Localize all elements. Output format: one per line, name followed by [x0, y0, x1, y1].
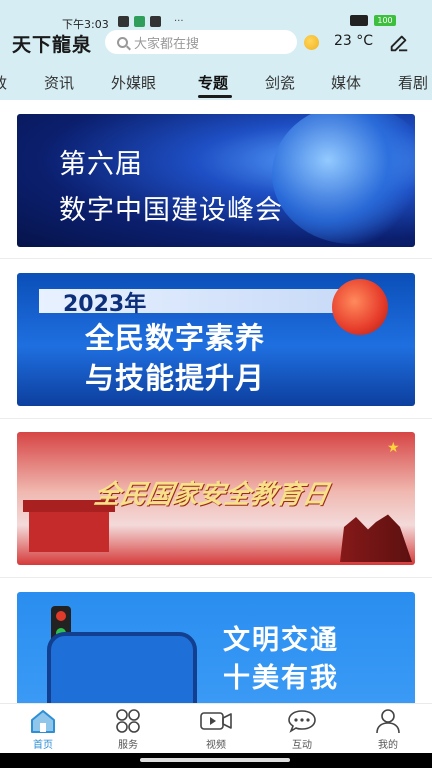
divider: [0, 418, 432, 419]
system-gesture-bar: [0, 753, 432, 768]
nav-home[interactable]: 首页: [13, 708, 73, 751]
tab-5[interactable]: 媒体: [331, 72, 361, 93]
tiktok-icon: [150, 16, 161, 27]
channel-tabs: 政 资讯 外媒眼 专题 剑瓷 媒体 看剧: [0, 62, 432, 100]
tab-1[interactable]: 资讯: [44, 72, 74, 93]
status-app-icons: ···: [118, 16, 184, 27]
status-bar: 下午3:03 ··· 100: [0, 0, 432, 31]
banner-line: 第六届: [59, 149, 143, 180]
bottom-nav: 首页 服务 视频 互动 我的: [0, 703, 432, 753]
nav-video[interactable]: 视频: [186, 708, 246, 751]
header: 下午3:03 ··· 100 天下龍泉 大家都在搜 23 °C: [0, 0, 432, 62]
more-notifications: ···: [174, 16, 184, 27]
star-icon: ★: [387, 440, 400, 456]
battery-icon: 100: [374, 15, 396, 26]
status-indicators: 100: [350, 15, 396, 26]
nav-label: 视频: [206, 740, 226, 751]
chat-icon: [288, 710, 316, 733]
active-tab-indicator: [198, 95, 232, 98]
car-graphic: [47, 632, 197, 703]
search-input[interactable]: 大家都在搜: [105, 30, 297, 54]
tab-6[interactable]: 看剧: [398, 72, 428, 93]
nav-label: 互动: [292, 740, 312, 751]
search-placeholder: 大家都在搜: [134, 36, 200, 52]
nav-profile[interactable]: 我的: [358, 708, 418, 751]
tab-4[interactable]: 剑瓷: [265, 72, 295, 93]
nav-label: 我的: [378, 740, 398, 751]
shield-icon: [134, 16, 145, 27]
banner-digital-literacy-month[interactable]: 2023年 全民数字素养 与技能提升月: [17, 273, 415, 406]
search-icon: [117, 36, 128, 48]
sun-orb-graphic: [332, 279, 388, 335]
banner-national-security-day[interactable]: ★ 全民国家安全教育日: [17, 432, 415, 565]
user-icon: [376, 709, 400, 734]
grid-icon: [116, 709, 140, 733]
app-screen: 下午3:03 ··· 100 天下龍泉 大家都在搜 23 °C 政 资讯: [0, 0, 432, 768]
nav-interact[interactable]: 互动: [272, 708, 332, 751]
banner-year: 2023年: [63, 292, 147, 317]
banner-digital-china-summit[interactable]: 第六届 数字中国建设峰会: [17, 114, 415, 247]
banner-line: 全民数字素养: [85, 321, 266, 355]
banner-line: 与技能提升月: [85, 361, 266, 395]
tab-3[interactable]: 专题: [198, 72, 228, 93]
video-icon: [200, 712, 232, 730]
banner-line: 数字中国建设峰会: [59, 195, 283, 226]
banner-line: 文明交通: [223, 625, 339, 656]
banner-line: 十美有我: [223, 663, 339, 694]
divider: [0, 577, 432, 578]
edit-icon[interactable]: [388, 32, 410, 54]
soldiers-graphic: [340, 514, 412, 562]
notification-icon: [118, 16, 129, 27]
banner-civilized-traffic[interactable]: 文明交通 十美有我: [17, 592, 415, 703]
home-icon: [31, 710, 55, 733]
nav-services[interactable]: 服务: [98, 708, 158, 751]
tiananmen-graphic: [23, 500, 115, 552]
app-logo[interactable]: 天下龍泉: [12, 30, 92, 57]
sun-icon[interactable]: [304, 35, 319, 50]
tab-0[interactable]: 政: [0, 72, 7, 93]
temperature[interactable]: 23 °C: [334, 33, 373, 49]
signal-icon: [350, 15, 368, 26]
divider: [0, 258, 432, 259]
topic-feed: 第六届 数字中国建设峰会 2023年 全民数字素养 与技能提升月 ★ 全民国家安…: [0, 100, 432, 703]
banner-title: 全民国家安全教育日: [91, 480, 332, 510]
nav-label: 首页: [33, 740, 53, 751]
nav-label: 服务: [118, 740, 138, 751]
globe-graphic: [272, 114, 415, 244]
tab-2[interactable]: 外媒眼: [111, 72, 156, 93]
home-indicator[interactable]: [140, 758, 290, 762]
